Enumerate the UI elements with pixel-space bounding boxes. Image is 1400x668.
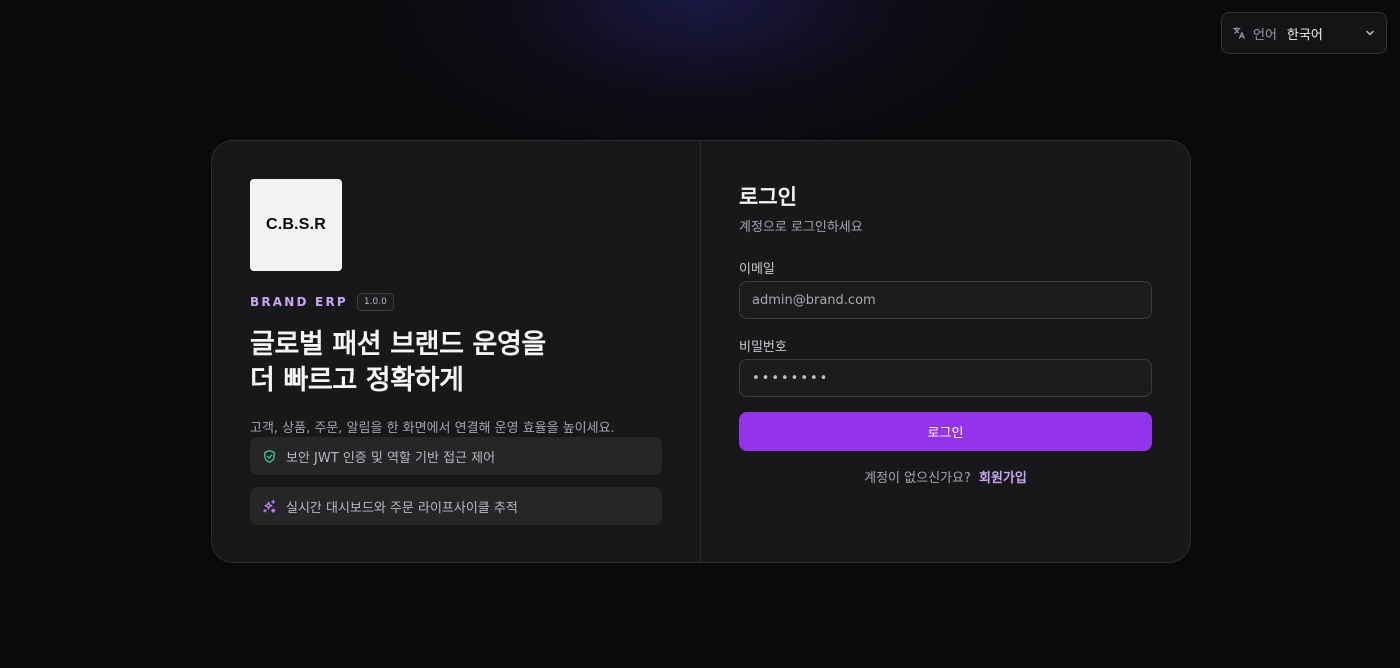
hero-description: 고객, 상품, 주문, 알림을 한 화면에서 연결해 운영 효율을 높이세요.: [250, 421, 615, 436]
password-label: 비밀번호: [739, 340, 787, 355]
version-badge: 1.0.0: [356, 293, 394, 311]
language-label: 언어: [1253, 27, 1277, 43]
sparkles-icon: [262, 499, 277, 514]
feature-text: 보안 JWT 인증 및 역할 기반 접근 제어: [286, 450, 496, 466]
signup-row: 계정이 없으신가요? 회원가입: [739, 467, 1152, 486]
headline-line-1: 글로벌 패션 브랜드 운영을: [250, 329, 546, 360]
brand-name: BRAND ERP: [250, 295, 348, 309]
login-title: 로그인: [739, 185, 797, 209]
brand-panel: C.B.S.R BRAND ERP 1.0.0 글로벌 패션 브랜드 운영을 더…: [212, 141, 701, 562]
language-select[interactable]: 언어 한국어: [1221, 12, 1387, 54]
feature-item-dashboard: 실시간 대시보드와 주문 라이프사이클 추적: [250, 487, 662, 525]
login-subtitle: 계정으로 로그인하세요: [739, 220, 863, 235]
hero-headline: 글로벌 패션 브랜드 운영을 더 빠르고 정확하게: [250, 327, 546, 399]
signup-link[interactable]: 회원가입: [979, 471, 1027, 486]
feature-item-security: 보안 JWT 인증 및 역할 기반 접근 제어: [250, 437, 662, 475]
login-panel: 로그인 계정으로 로그인하세요 이메일 비밀번호 로그인 계정이 없으신가요? …: [701, 141, 1190, 562]
brand-row: BRAND ERP 1.0.0: [250, 293, 394, 311]
shield-check-icon: [262, 449, 277, 464]
language-value: 한국어: [1286, 27, 1323, 43]
login-card: C.B.S.R BRAND ERP 1.0.0 글로벌 패션 브랜드 운영을 더…: [211, 140, 1191, 563]
login-button[interactable]: 로그인: [739, 412, 1152, 451]
feature-text: 실시간 대시보드와 주문 라이프사이클 추적: [286, 500, 518, 516]
email-label: 이메일: [739, 262, 775, 277]
chevron-down-icon: [1364, 27, 1376, 39]
headline-line-2: 더 빠르고 정확하게: [250, 365, 464, 396]
brand-logo: C.B.S.R: [250, 179, 342, 271]
translate-icon: [1232, 26, 1246, 40]
password-field[interactable]: [739, 359, 1152, 397]
signup-prompt: 계정이 없으신가요?: [864, 471, 971, 486]
email-field[interactable]: [739, 281, 1152, 319]
